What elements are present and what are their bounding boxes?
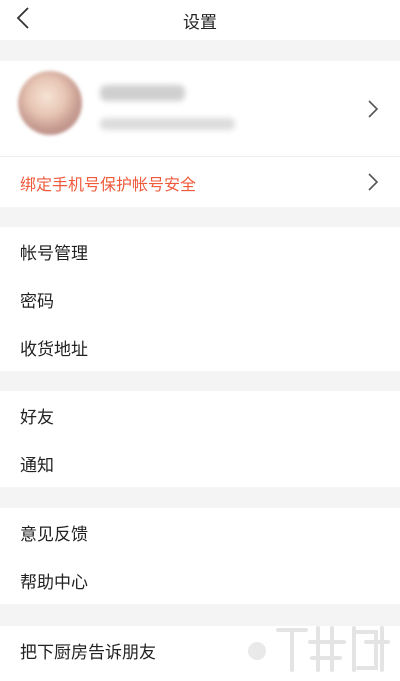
settings-group-account: 帐号管理 密码 收货地址 [0,227,400,371]
menu-item-friends[interactable]: 好友 [0,391,400,439]
blurred-user-meta [100,118,235,130]
settings-screen: 设置 绑定手机号保护帐号安全 帐号管理 密码 收货地址 好友 通知 意见反馈 帮… [0,0,400,681]
menu-item-label: 密码 [20,292,54,312]
menu-item-label: 把下厨房告诉朋友 [20,643,156,663]
menu-item-shipping-address[interactable]: 收货地址 [0,323,400,371]
menu-item-password[interactable]: 密码 [0,275,400,323]
chevron-right-icon [368,173,379,191]
profile-row[interactable] [0,61,400,156]
menu-item-label: 好友 [20,408,54,428]
blurred-username [100,85,185,101]
chevron-right-icon [368,100,379,118]
settings-group-support: 意见反馈 帮助中心 [0,508,400,604]
menu-item-label: 帮助中心 [20,573,88,593]
header-bar: 设置 [0,0,400,40]
menu-item-label: 意见反馈 [20,525,88,545]
menu-item-label: 收货地址 [20,340,88,360]
menu-item-feedback[interactable]: 意见反馈 [0,508,400,556]
menu-item-account-management[interactable]: 帐号管理 [0,227,400,275]
page-title: 设置 [183,13,217,33]
menu-item-label: 帐号管理 [20,244,88,264]
menu-item-help-center[interactable]: 帮助中心 [0,556,400,604]
settings-group-share: 把下厨房告诉朋友 [0,626,400,681]
menu-item-notifications[interactable]: 通知 [0,439,400,487]
menu-item-label: 通知 [20,456,54,476]
avatar[interactable] [18,71,82,135]
bind-phone-label: 绑定手机号保护帐号安全 [20,175,197,194]
menu-item-tell-friends[interactable]: 把下厨房告诉朋友 [0,626,400,674]
bind-phone-row[interactable]: 绑定手机号保护帐号安全 [0,157,400,207]
settings-group-social: 好友 通知 [0,391,400,487]
